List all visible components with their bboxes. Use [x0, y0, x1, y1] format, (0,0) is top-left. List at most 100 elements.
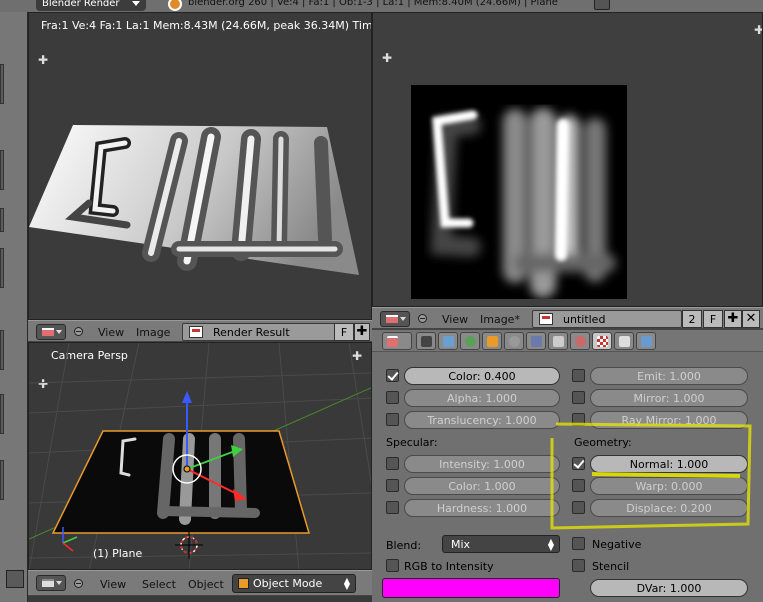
- rgb-to-intensity-checkbox[interactable]: [386, 559, 399, 572]
- collapse-menu-icon[interactable]: [418, 314, 427, 323]
- translucency-checkbox[interactable]: [386, 413, 399, 426]
- editor-type-icon[interactable]: [6, 570, 24, 588]
- editor-type-button[interactable]: [380, 311, 410, 327]
- camera-icon: [421, 336, 432, 347]
- unlink-image-button[interactable]: ✕: [742, 310, 760, 328]
- mirror-checkbox[interactable]: [572, 391, 585, 404]
- image-browse-field[interactable]: Render Result: [182, 323, 336, 341]
- negative-checkbox[interactable]: [572, 537, 585, 550]
- blend-value: Mix: [451, 538, 471, 551]
- screen-layout-icon[interactable]: [594, 0, 610, 10]
- shelf-tab[interactable]: [0, 460, 4, 500]
- shelf-tab[interactable]: [0, 208, 4, 232]
- properties-tabs: [372, 330, 763, 352]
- render-result-view[interactable]: Fra:1 Ve:4 Fa:1 La:1 Mem:8.43M (24.66M, …: [28, 12, 372, 320]
- dvar-slider[interactable]: DVar: 1.000: [590, 579, 748, 597]
- mesh-icon: [553, 336, 564, 347]
- particles-tab[interactable]: [614, 332, 634, 350]
- translucency-slider[interactable]: Translucency: 1.000: [404, 411, 560, 429]
- new-image-button[interactable]: ✚: [724, 310, 742, 328]
- data-tab[interactable]: [548, 332, 568, 350]
- render-tab[interactable]: [416, 332, 436, 350]
- particles-icon: [619, 336, 630, 347]
- object-tab[interactable]: [482, 332, 502, 350]
- editor-type-button[interactable]: [36, 575, 66, 591]
- constraints-tab[interactable]: [504, 332, 524, 350]
- alpha-slider[interactable]: Alpha: 1.000: [404, 389, 560, 407]
- color-checkbox[interactable]: [386, 369, 399, 382]
- object-menu[interactable]: Object: [188, 578, 224, 591]
- shelf-tab[interactable]: [0, 248, 4, 288]
- plus-icon[interactable]: ✚: [382, 51, 392, 65]
- rgb-to-intensity-label: RGB to Intensity: [404, 560, 494, 573]
- color-swatch[interactable]: [382, 578, 560, 598]
- material-icon: [575, 336, 586, 347]
- scene-stats: blender.org 260 | Ve:4 | Fa:1 | Ob:1-3 |…: [188, 0, 558, 8]
- image-editor-icon: [386, 315, 398, 323]
- fake-user-button[interactable]: F: [703, 310, 723, 328]
- physics-tab[interactable]: [636, 332, 656, 350]
- properties-editor: Color: 0.400 Alpha: 1.000 Translucency: …: [372, 329, 763, 602]
- spec-intensity-checkbox[interactable]: [386, 457, 399, 470]
- image-editor-icon: [42, 328, 54, 336]
- image-menu[interactable]: Image: [136, 326, 170, 339]
- collapse-menu-icon[interactable]: [74, 579, 83, 588]
- blend-select[interactable]: Mix ▲ ▼: [442, 535, 560, 553]
- view-menu[interactable]: View: [100, 578, 126, 591]
- blender-logo-icon: [168, 0, 182, 11]
- emit-slider[interactable]: Emit: 1.000: [590, 367, 748, 385]
- spec-intensity-slider[interactable]: Intensity: 1.000: [404, 455, 560, 473]
- up-down-icon: ▲ ▼: [343, 576, 350, 591]
- spec-color-checkbox[interactable]: [386, 479, 399, 492]
- world-tab[interactable]: [460, 332, 480, 350]
- 3d-viewport[interactable]: Camera Persp ✚ ✚ (1) Plane: [28, 342, 372, 570]
- rendered-plane-image: [29, 125, 359, 275]
- material-tab[interactable]: [570, 332, 590, 350]
- image-browse-field[interactable]: untitled: [532, 310, 682, 328]
- select-menu[interactable]: Select: [142, 578, 176, 591]
- up-down-icon: ▲ ▼: [547, 537, 554, 552]
- user-count: 2: [682, 310, 702, 328]
- shelf-tab[interactable]: [0, 64, 4, 104]
- mirror-slider[interactable]: Mirror: 1.000: [590, 389, 748, 407]
- render-engine-select[interactable]: Blender Render: [36, 0, 146, 11]
- image-name: Render Result: [213, 326, 290, 339]
- shelf-tab[interactable]: [0, 150, 4, 190]
- mode-select[interactable]: Object Mode ▲ ▼: [232, 574, 356, 593]
- texture-tab[interactable]: [592, 332, 612, 350]
- specular-heading: Specular:: [386, 436, 438, 449]
- collapse-menu-icon[interactable]: [74, 327, 83, 336]
- chevron-down-icon: [132, 1, 140, 6]
- new-image-button[interactable]: ✚: [354, 323, 370, 341]
- shelf-tab[interactable]: [0, 394, 4, 434]
- hardness-checkbox[interactable]: [386, 501, 399, 514]
- blend-label: Blend:: [386, 539, 422, 552]
- view-menu[interactable]: View: [442, 313, 468, 326]
- negative-label: Negative: [592, 538, 642, 551]
- fake-user-button[interactable]: F: [334, 323, 354, 341]
- shelf-tab[interactable]: [0, 330, 4, 370]
- wrench-icon: [531, 336, 542, 347]
- stencil-checkbox[interactable]: [572, 559, 585, 572]
- modifiers-tab[interactable]: [526, 332, 546, 350]
- editor-type-button[interactable]: [36, 324, 66, 340]
- editor-type-button[interactable]: [382, 332, 412, 350]
- stencil-label: Stencil: [592, 560, 630, 573]
- render-engine-label: Blender Render: [42, 0, 120, 9]
- image-editor-view[interactable]: ✚ ✚: [372, 12, 763, 307]
- view-menu[interactable]: View: [98, 326, 124, 339]
- emit-checkbox[interactable]: [572, 369, 585, 382]
- active-object-label: (1) Plane: [93, 547, 143, 560]
- color-slider[interactable]: Color: 0.400: [404, 367, 560, 385]
- object-mode-icon: [238, 578, 249, 589]
- render-image-header: View Image Render Result F ✚: [28, 320, 372, 342]
- spec-color-slider[interactable]: Color: 1.000: [404, 477, 560, 495]
- hardness-slider[interactable]: Hardness: 1.000: [404, 499, 560, 517]
- image-menu[interactable]: Image*: [480, 313, 520, 326]
- scene-tab[interactable]: [438, 332, 458, 350]
- image-icon: [189, 326, 203, 338]
- tool-shelf-edge: [0, 12, 28, 602]
- scene-icon: [443, 336, 454, 347]
- plus-icon[interactable]: ✚: [754, 23, 762, 37]
- alpha-checkbox[interactable]: [386, 391, 399, 404]
